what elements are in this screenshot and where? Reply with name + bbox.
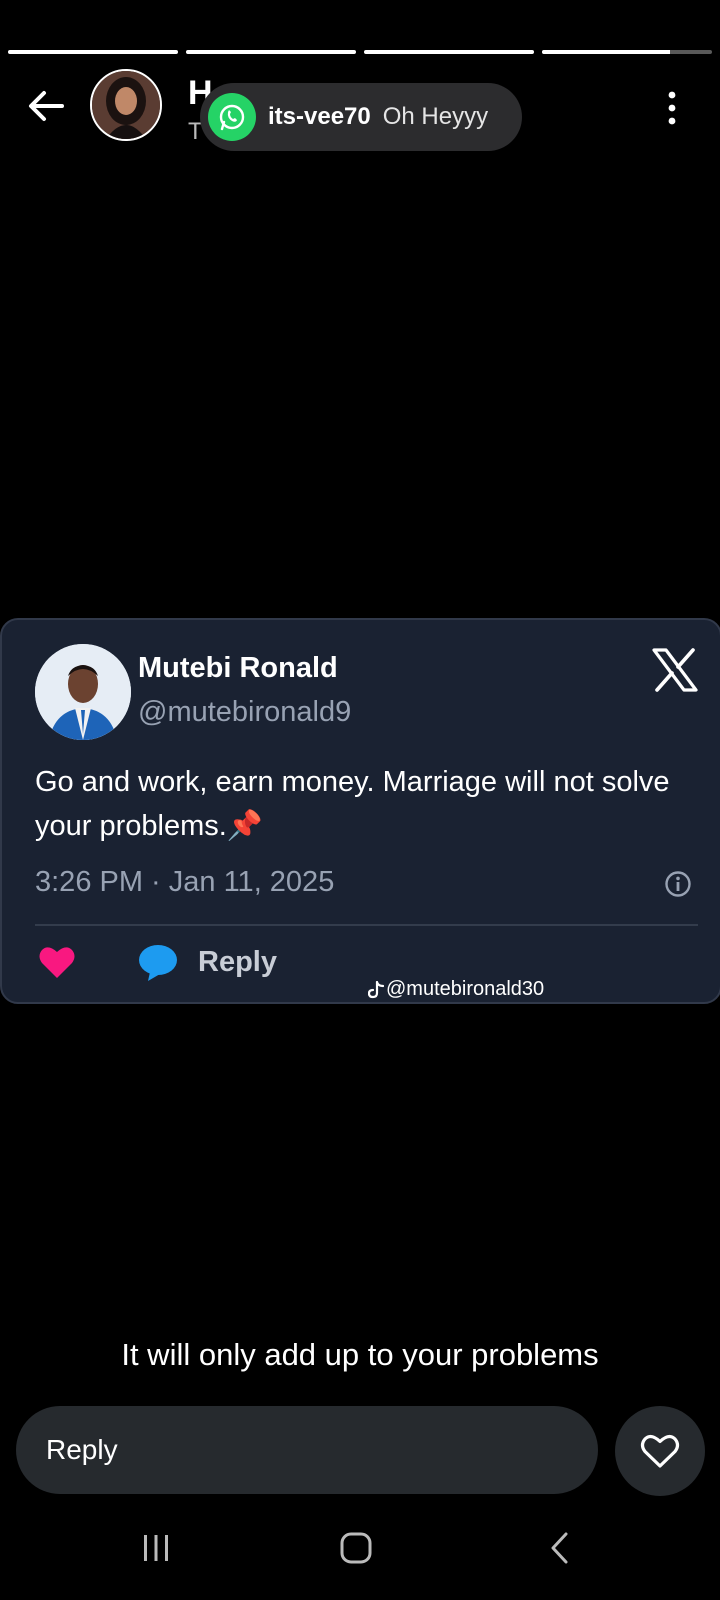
back-arrow-icon[interactable] (24, 84, 68, 128)
progress-fill (186, 50, 356, 54)
tweet-body: Go and work, earn money. Marriage will n… (35, 766, 670, 842)
reply-input[interactable] (16, 1406, 598, 1494)
progress-segment (542, 50, 712, 54)
tiktok-icon (368, 980, 384, 998)
progress-fill (364, 50, 534, 54)
tweet-author-handle: @mutebironald9 (138, 696, 352, 728)
progress-segment (364, 50, 534, 54)
tiktok-handle: @mutebironald30 (386, 978, 545, 1000)
avatar[interactable] (90, 69, 162, 141)
more-options-icon[interactable] (664, 90, 680, 126)
tweet-timestamp: 3:26 PM · Jan 11, 2025 (35, 866, 335, 898)
home-icon[interactable] (334, 1526, 378, 1570)
notification-sender: its-vee70 (268, 103, 371, 130)
pushpin-emoji: 📌 (226, 810, 263, 842)
tiktok-watermark: @mutebironald30 (368, 978, 544, 1001)
recents-icon[interactable] (134, 1526, 178, 1570)
notification-message: Oh Heyyy (382, 103, 489, 130)
like-button[interactable] (615, 1406, 705, 1496)
story-progress (8, 50, 712, 54)
back-icon[interactable] (538, 1526, 582, 1570)
progress-segment (186, 50, 356, 54)
story-screen: H T its-vee70 Oh Heyyy Mutebi Ronald @mu… (0, 0, 720, 1600)
info-icon[interactable] (664, 870, 692, 898)
story-caption: It will only add up to your problems (121, 1337, 599, 1372)
whatsapp-icon (208, 93, 256, 141)
x-logo-icon (652, 648, 698, 692)
progress-segment (8, 50, 178, 54)
tweet-avatar (35, 644, 131, 740)
progress-fill (8, 50, 178, 54)
reply-bubble-icon[interactable] (138, 944, 178, 982)
tweet-reply-label[interactable]: Reply (198, 946, 277, 979)
tweet-text: Go and work, earn money. Marriage will n… (35, 760, 695, 848)
heart-outline-icon (640, 1434, 680, 1468)
progress-fill (542, 50, 670, 54)
whatsapp-notification[interactable]: its-vee70 Oh Heyyy (200, 83, 522, 151)
tweet-divider (35, 924, 698, 926)
heart-icon[interactable] (38, 944, 76, 980)
tweet-author-name: Mutebi Ronald (138, 652, 338, 684)
tweet-card: Mutebi Ronald @mutebironald9 Go and work… (0, 618, 720, 1004)
